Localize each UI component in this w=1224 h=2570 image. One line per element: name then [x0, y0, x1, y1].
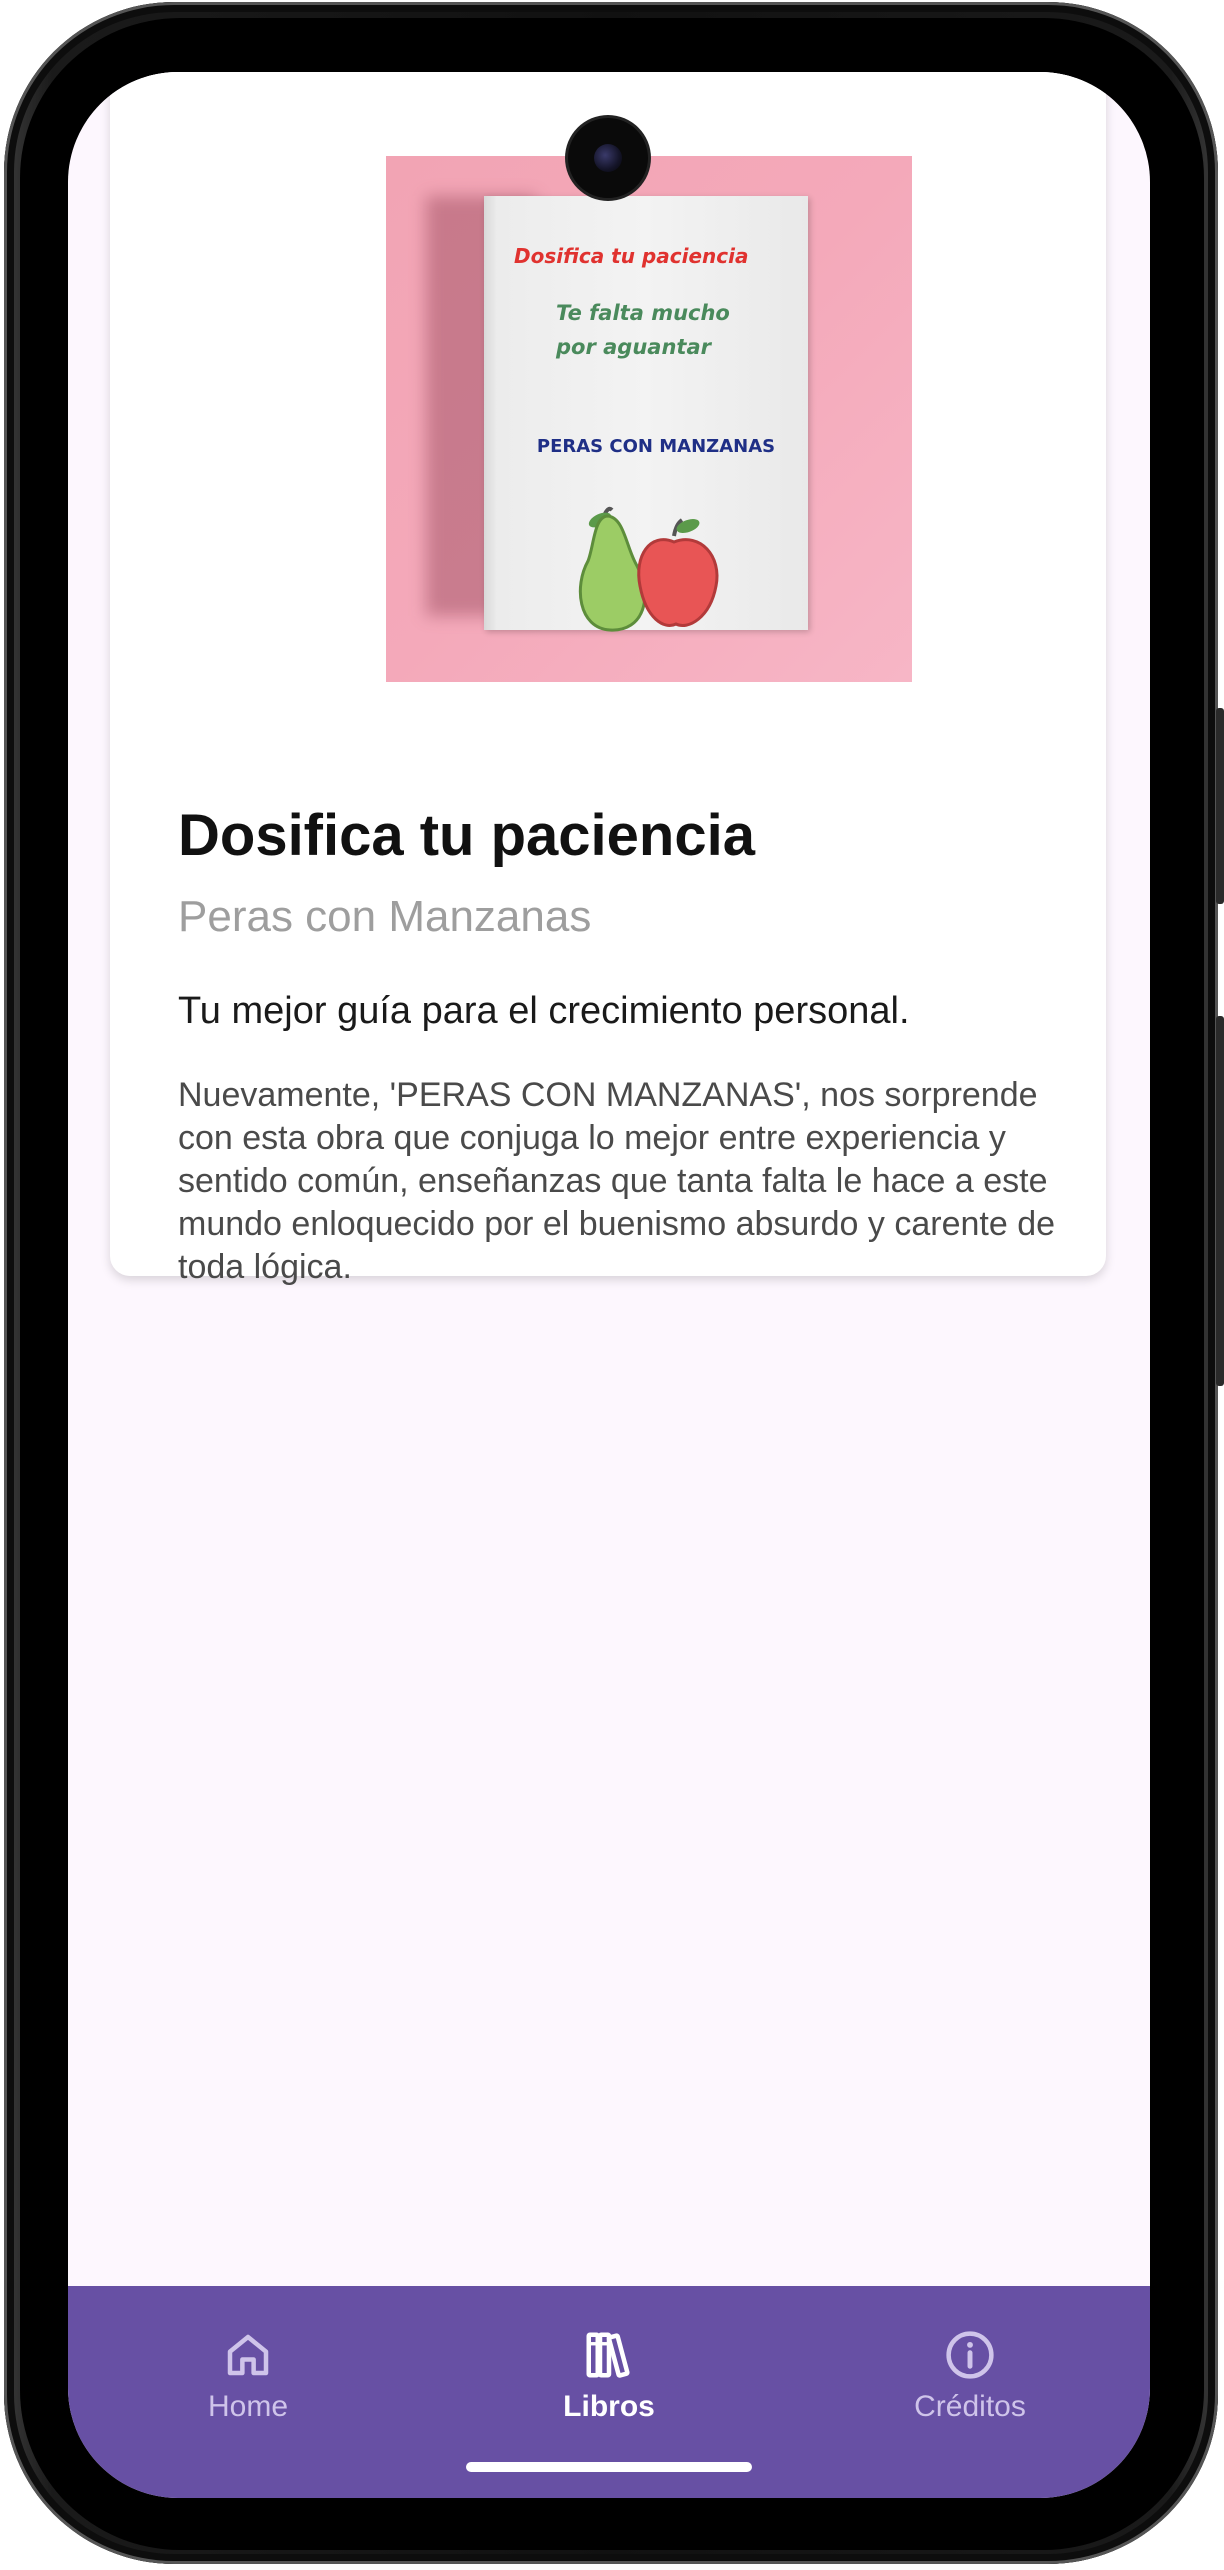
pear-apple-icon	[578, 506, 719, 632]
front-camera	[568, 118, 648, 198]
phone-frame: Dosifica tu paciencia Te falta mucho por…	[0, 0, 1224, 2570]
cover-title-text: Dosifica tu paciencia	[514, 244, 749, 268]
nav-item-creditos[interactable]: Créditos	[820, 2286, 1120, 2466]
volume-button	[1216, 708, 1224, 904]
book-tagline: Tu mejor guía para el crecimiento person…	[178, 990, 910, 1032]
gesture-home-indicator[interactable]	[466, 2462, 752, 2472]
info-icon	[946, 2331, 994, 2379]
cover-subtitle-text: Te falta mucho por aguantar	[556, 301, 730, 359]
nav-item-home[interactable]: Home	[98, 2286, 398, 2466]
book-author: Peras con Manzanas	[178, 892, 592, 941]
books-icon	[586, 2332, 630, 2378]
power-button	[1216, 1016, 1224, 1386]
cover-author-text: PERAS CON MANZANAS	[536, 436, 776, 457]
nav-label-libros: Libros	[563, 2390, 655, 2423]
nav-label-home: Home	[207, 2390, 289, 2423]
nav-label-creditos: Créditos	[914, 2390, 1026, 2423]
book-description: Nuevamente, 'PERAS CON MANZANAS', nos so…	[178, 1076, 1056, 1286]
app-screen: Dosifica tu paciencia Te falta mucho por…	[68, 72, 1150, 2498]
book-cover-image: Dosifica tu paciencia Te falta mucho por…	[386, 156, 912, 682]
book-title: Dosifica tu paciencia	[178, 803, 755, 868]
home-icon	[227, 2334, 269, 2376]
nav-item-libros[interactable]: Libros	[459, 2286, 759, 2466]
book-illustration: Dosifica tu paciencia Te falta mucho por…	[484, 196, 808, 632]
